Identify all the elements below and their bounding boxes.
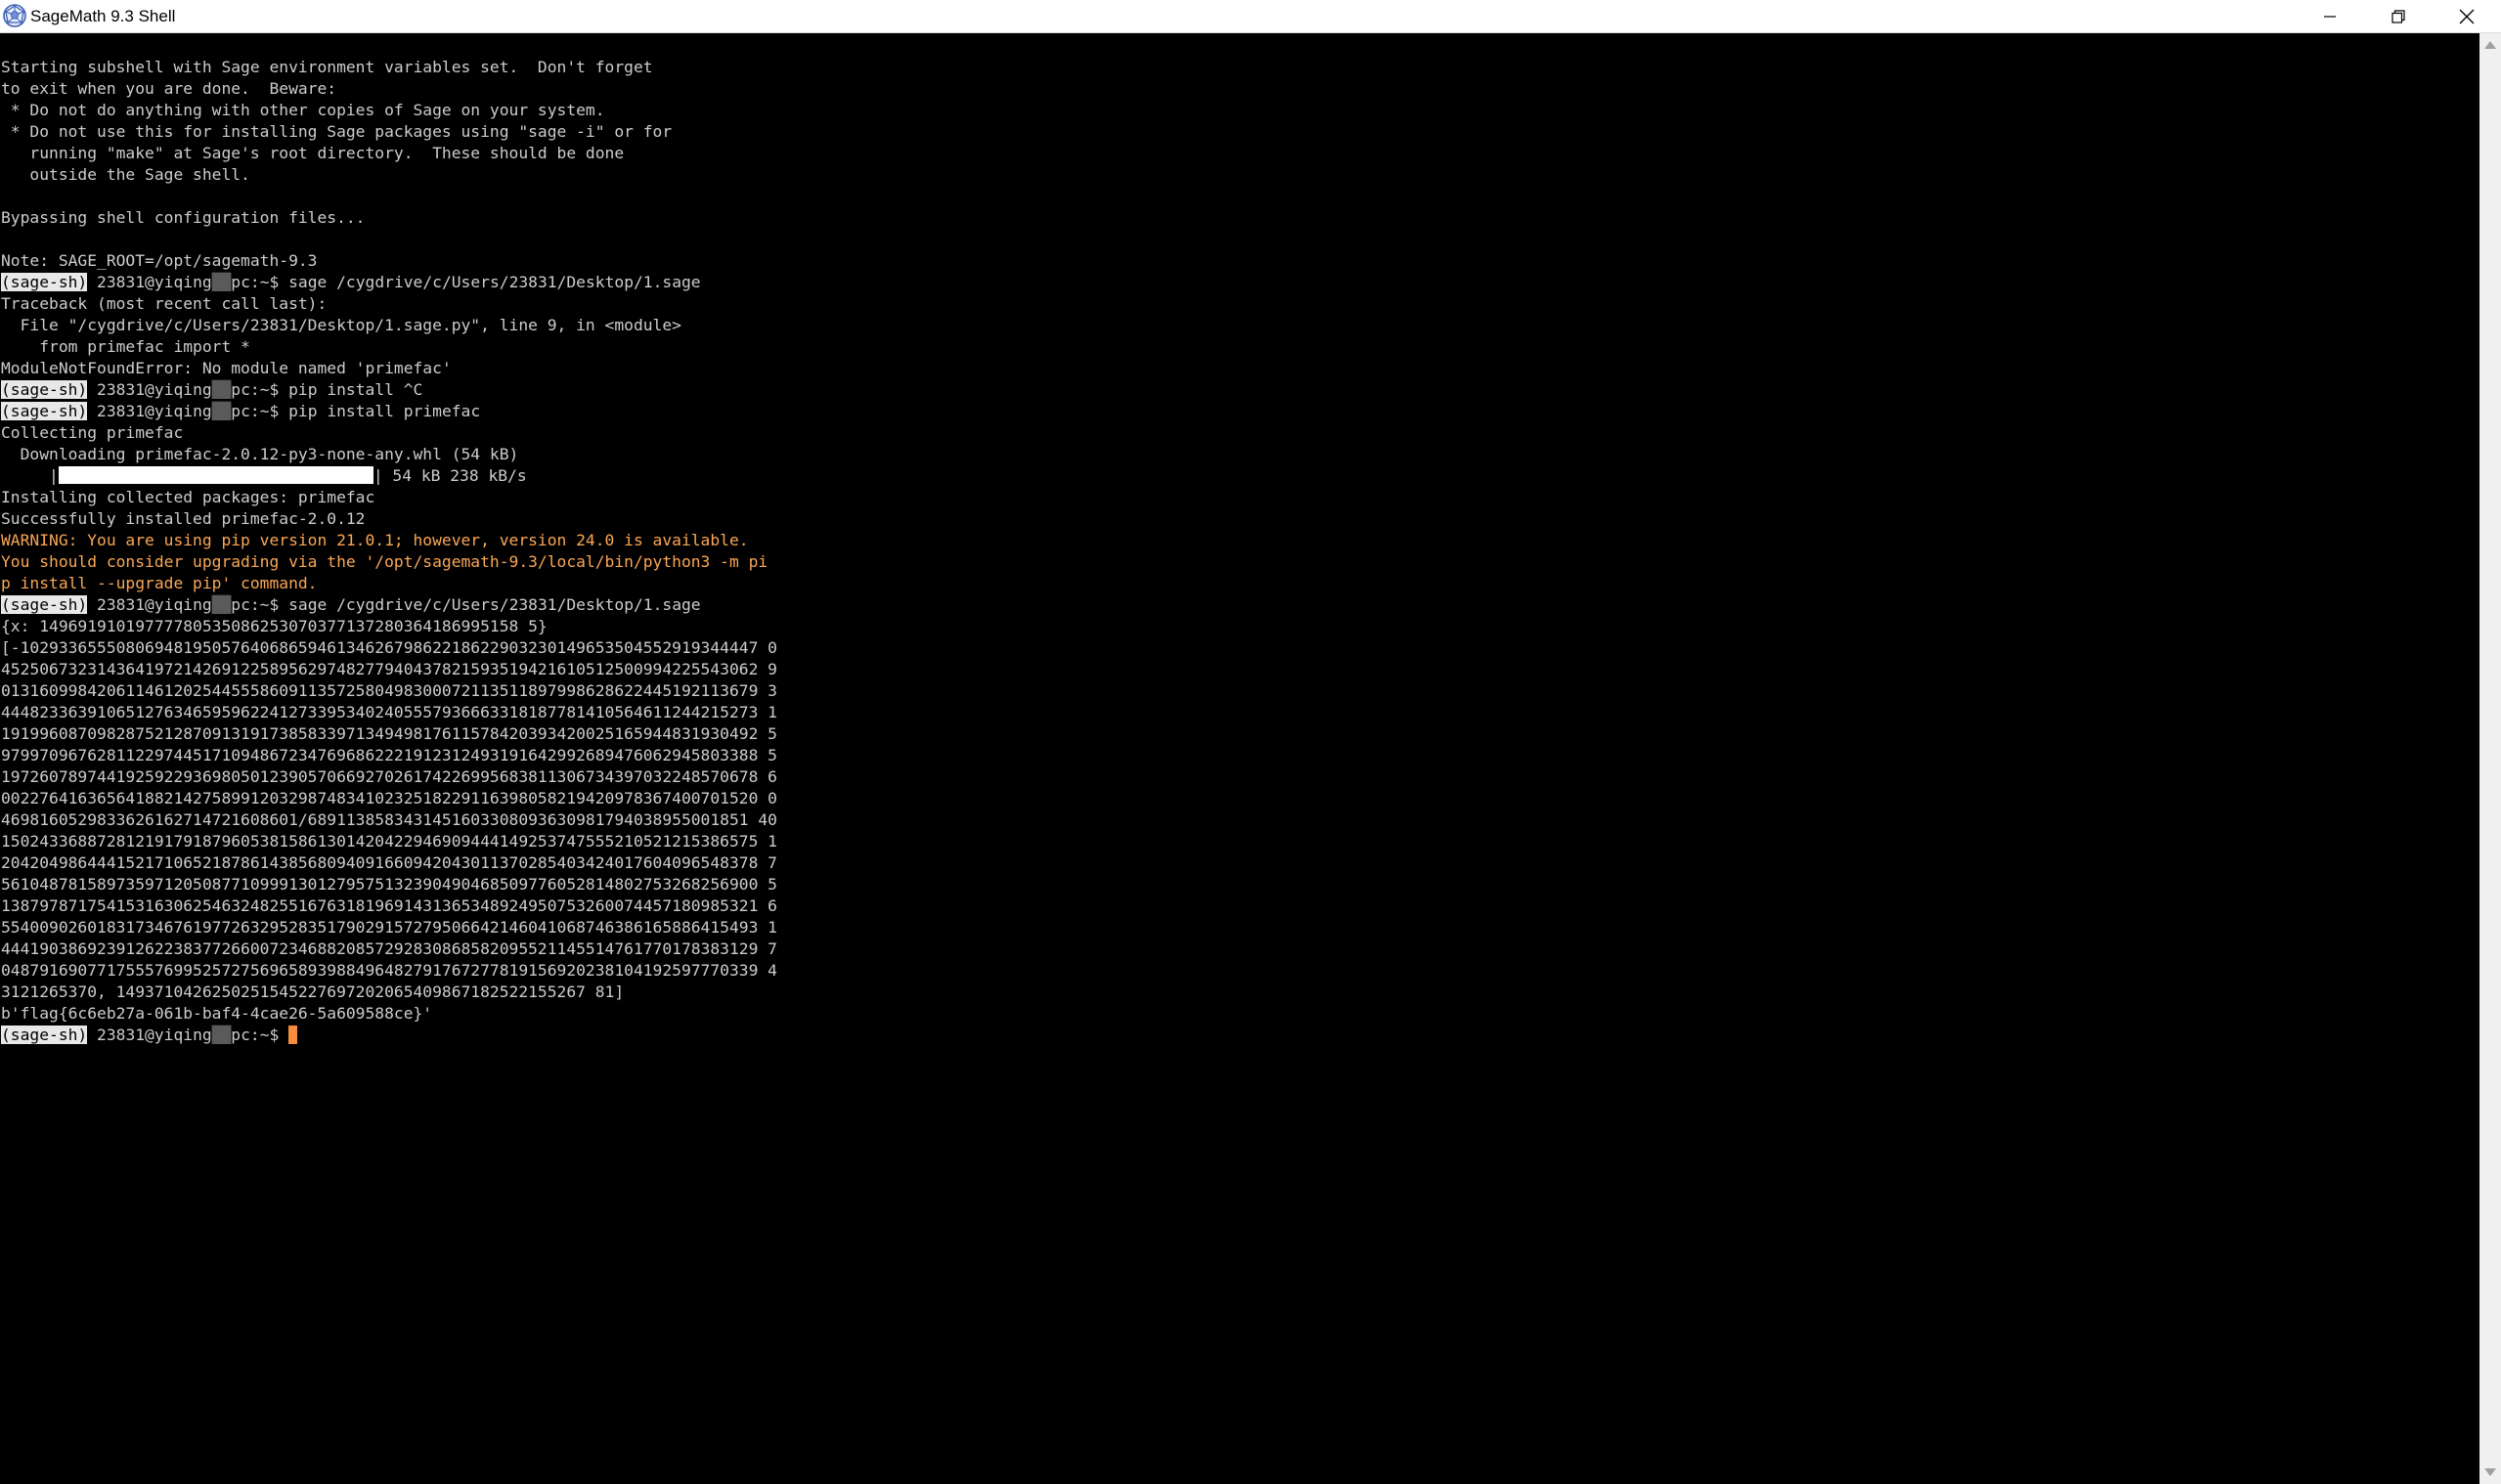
command-text: pip install ^C xyxy=(279,380,423,399)
prompt-tag: (sage-sh) xyxy=(1,1026,88,1044)
prompt-user: 23831@yiqing xyxy=(97,595,212,614)
prompt-host: pc:~$ xyxy=(231,380,280,399)
prompt-tag: (sage-sh) xyxy=(1,380,88,399)
output-line: running "make" at Sage's root directory.… xyxy=(1,144,625,162)
warning-line: You should consider upgrading via the '/… xyxy=(1,552,768,571)
title-bar: SageMath 9.3 Shell xyxy=(0,0,2501,33)
terminal-output: Starting subshell with Sage environment … xyxy=(1,57,777,1046)
restore-icon xyxy=(2391,9,2405,23)
prompt-line: (sage-sh) 23831@yiqing██pc:~$ sage /cygd… xyxy=(1,273,701,291)
output-line: Successfully installed primefac-2.0.12 xyxy=(1,509,366,528)
output-line: {x: 149691910197777805350862530703771372… xyxy=(1,617,548,635)
prompt-line: (sage-sh) 23831@yiqing██pc:~$ sage /cygd… xyxy=(1,595,701,614)
output-line: * Do not do anything with other copies o… xyxy=(1,101,605,119)
text-cursor xyxy=(288,1026,298,1044)
output-line: Installing collected packages: primefac xyxy=(1,488,375,506)
prompt-user: 23831@yiqing xyxy=(97,402,212,420)
output-line: ModuleNotFoundError: No module named 'pr… xyxy=(1,359,452,377)
output-line: Traceback (most recent call last): xyxy=(1,294,328,313)
scroll-up-arrow-icon[interactable] xyxy=(2484,41,2496,49)
output-line: 1387978717541531630625463248255167631819… xyxy=(1,896,777,915)
scroll-down-arrow-icon[interactable] xyxy=(2484,1468,2496,1476)
output-line: 4525067323143641972142691225895629748277… xyxy=(1,660,777,678)
warning-line: WARNING: You are using pip version 21.0.… xyxy=(1,531,749,549)
command-text: sage /cygdrive/c/Users/23831/Desktop/1.s… xyxy=(279,595,701,614)
output-line: File "/cygdrive/c/Users/23831/Desktop/1.… xyxy=(1,316,681,334)
progress-suffix: | 54 kB 238 kB/s xyxy=(373,466,527,485)
output-line: to exit when you are done. Beware: xyxy=(1,79,337,98)
output-line: 0487916907717555769952572756965893988496… xyxy=(1,961,777,980)
restore-button[interactable] xyxy=(2364,0,2433,32)
output-line: 1502433688728121917918796053815861301420… xyxy=(1,832,777,851)
command-text: pip install primefac xyxy=(279,402,481,420)
close-icon xyxy=(2459,9,2475,23)
output-line: 0131609984206114612025445558609113572580… xyxy=(1,681,777,700)
warning-line: p install --upgrade pip' command. xyxy=(1,574,318,592)
close-button[interactable] xyxy=(2433,0,2501,32)
output-line: Note: SAGE_ROOT=/opt/sagemath-9.3 xyxy=(1,251,318,270)
download-progress-line: | | 54 kB 238 kB/s xyxy=(1,465,777,487)
output-line: 4448233639106512763465959622412733953402… xyxy=(1,703,777,721)
minimize-icon xyxy=(2324,15,2336,18)
prompt-tag: (sage-sh) xyxy=(1,402,88,420)
output-line: * Do not use this for installing Sage pa… xyxy=(1,122,673,141)
output-line: 0022764163656418821427589912032987483410… xyxy=(1,789,777,807)
output-line: 3121265370, 1493710426250251545227697202… xyxy=(1,982,625,1001)
output-line: from primefac import * xyxy=(1,337,250,356)
prompt-host: pc:~$ xyxy=(231,1026,280,1044)
prompt-user: 23831@yiqing xyxy=(97,273,212,291)
prompt-user: 23831@yiqing xyxy=(97,380,212,399)
prompt-line: (sage-sh) 23831@yiqing██pc:~$ xyxy=(1,1025,777,1046)
download-progress-bar xyxy=(58,466,373,484)
minimize-button[interactable] xyxy=(2296,0,2364,32)
output-line: Starting subshell with Sage environment … xyxy=(1,58,653,76)
prompt-line: (sage-sh) 23831@yiqing██pc:~$ pip instal… xyxy=(1,380,423,399)
progress-prefix: | xyxy=(1,466,59,485)
output-line: Collecting primefac xyxy=(1,423,184,442)
prompt-host: pc:~$ xyxy=(231,402,280,420)
terminal-area[interactable]: Starting subshell with Sage environment … xyxy=(0,33,2479,1484)
output-line: 9799709676281122974451710948672347696862… xyxy=(1,746,777,764)
output-line: 5540090260183173467619772632952835179029… xyxy=(1,918,777,937)
output-line: 1972607897441925922936980501239057066927… xyxy=(1,767,777,786)
prompt-host: pc:~$ xyxy=(231,595,280,614)
output-line: Bypassing shell configuration files... xyxy=(1,208,366,227)
output-line: outside the Sage shell. xyxy=(1,165,250,184)
prompt-line: (sage-sh) 23831@yiqing██pc:~$ pip instal… xyxy=(1,402,481,420)
output-line: 4698160529833626162714721608601/68911385… xyxy=(1,810,777,829)
prompt-host: pc:~$ xyxy=(231,273,280,291)
output-line: 2042049864441521710652187861438568094091… xyxy=(1,853,777,872)
output-line: [-10293365550806948195057640686594613462… xyxy=(1,638,777,657)
output-line: 4441903869239126223837726600723468820857… xyxy=(1,939,777,958)
output-line: 1919960870982875212870913191738583397134… xyxy=(1,724,777,743)
output-line: 5610487815897359712050877109991301279575… xyxy=(1,875,777,894)
command-text: sage /cygdrive/c/Users/23831/Desktop/1.s… xyxy=(279,273,701,291)
prompt-tag: (sage-sh) xyxy=(1,273,88,291)
vertical-scrollbar[interactable] xyxy=(2479,33,2501,1484)
window-title: SageMath 9.3 Shell xyxy=(30,7,176,25)
output-line: b'flag{6c6eb27a-061b-baf4-4cae26-5a60958… xyxy=(1,1004,433,1023)
sagemath-logo-icon xyxy=(3,4,26,27)
prompt-tag: (sage-sh) xyxy=(1,595,88,614)
output-line: Downloading primefac-2.0.12-py3-none-any… xyxy=(1,445,519,463)
prompt-user: 23831@yiqing xyxy=(97,1026,212,1044)
